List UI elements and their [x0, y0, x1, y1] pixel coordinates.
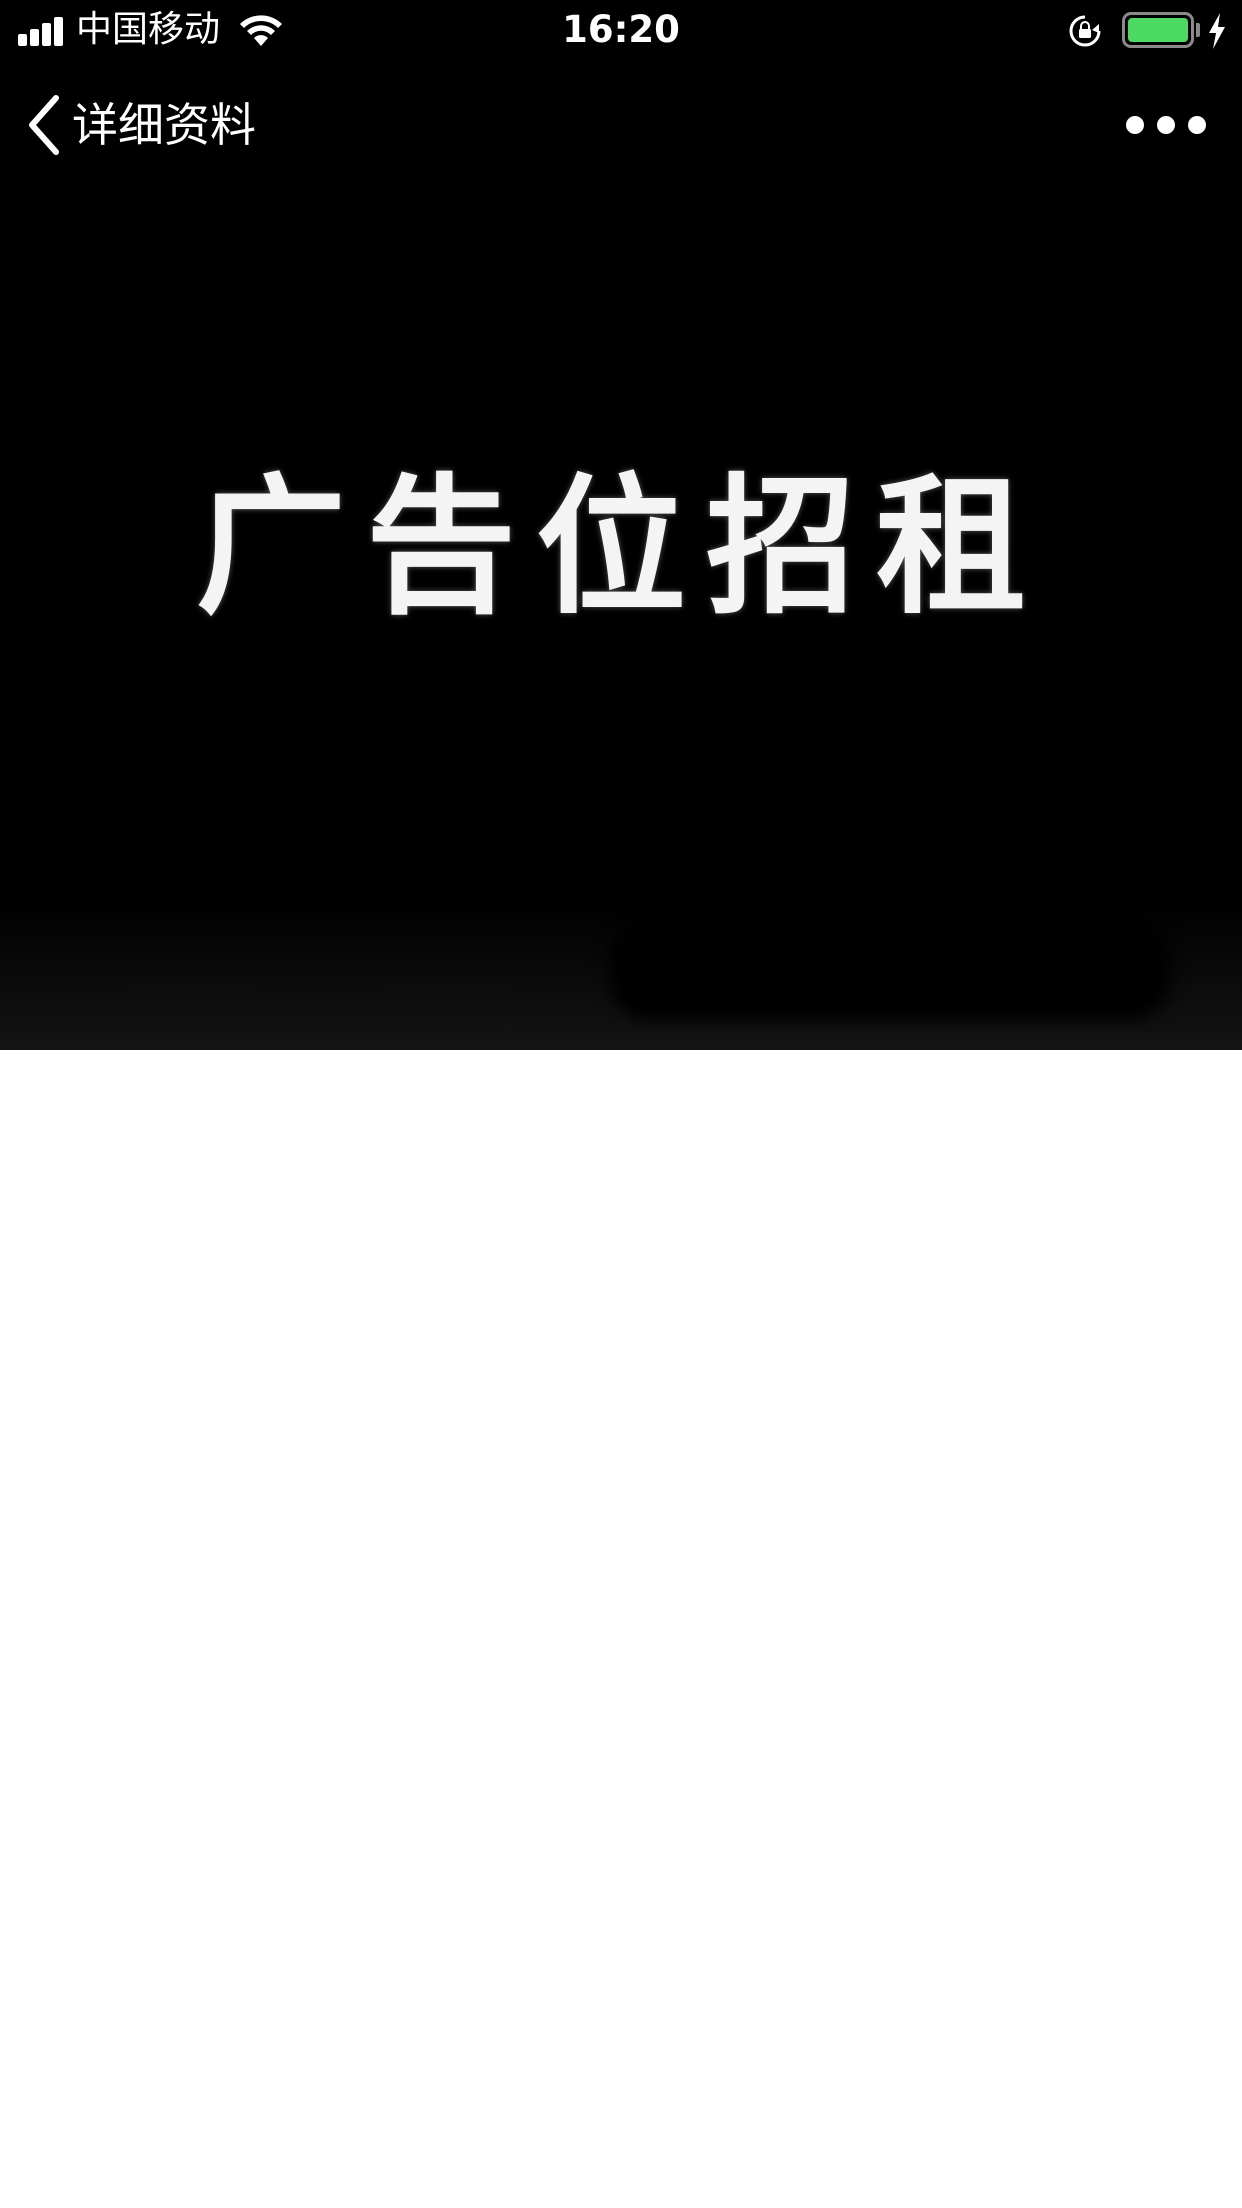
chevron-left-icon: [29, 95, 59, 155]
header-area: 中国移动 16:20 详细资料 广告位招租: [0, 0, 1242, 1050]
battery-tip: [1196, 23, 1200, 37]
banner-image: 广告位招租: [0, 192, 1242, 1050]
more-button[interactable]: [1126, 110, 1206, 140]
back-button[interactable]: 详细资料: [24, 90, 256, 160]
status-time: 16:20: [562, 8, 680, 51]
more-dot: [1157, 116, 1175, 134]
content-area: [0, 1050, 1242, 2208]
back-label: 详细资料: [72, 98, 256, 152]
navigation-bar: 详细资料: [0, 60, 1242, 192]
battery-level: [1128, 18, 1188, 42]
rotation-lock-icon: [1069, 15, 1101, 47]
status-bar: 中国移动 16:20: [0, 0, 1242, 60]
battery-icon: [1122, 12, 1194, 48]
charging-icon: [1209, 13, 1225, 49]
screen: 中国移动 16:20 详细资料 广告位招租: [0, 0, 1242, 2208]
banner-shadow: [610, 920, 1170, 1020]
more-dot: [1188, 116, 1206, 134]
more-dot: [1126, 116, 1144, 134]
banner-text: 广告位招租: [195, 459, 1046, 635]
